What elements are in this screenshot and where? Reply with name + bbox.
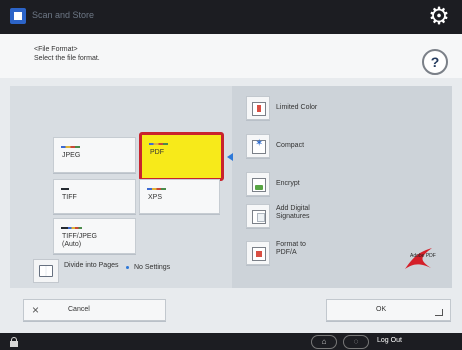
format-label: TIFF/JPEG (Auto) [62, 233, 97, 248]
format-mixed-bars-icon [61, 227, 82, 229]
format-tiff-button[interactable]: TIFF [53, 179, 136, 214]
page-subtitle: Select the file format. [34, 55, 100, 62]
add-digital-signatures-label: Add Digital Signatures [276, 205, 310, 220]
cancel-label: Cancel [68, 306, 90, 313]
help-button[interactable]: ? [422, 49, 448, 75]
format-color-bars-icon [147, 188, 166, 190]
divide-into-pages-label: Divide into Pages [64, 262, 119, 269]
add-digital-signatures-button[interactable] [246, 204, 270, 228]
format-tiff-jpeg-auto-button[interactable]: TIFF/JPEG (Auto) [53, 218, 136, 254]
enter-icon [435, 309, 443, 316]
gear-icon[interactable]: ⚙ [426, 4, 452, 30]
compact-icon [252, 138, 266, 154]
format-label: PDF [150, 149, 164, 156]
page-title: <File Format> [34, 46, 78, 53]
format-xps-button[interactable]: XPS [139, 179, 220, 214]
cancel-button[interactable]: × Cancel [23, 299, 166, 321]
adobe-pdf-logo-icon: Adobe PDF [405, 248, 436, 269]
limited-color-label: Limited Color [276, 104, 318, 111]
format-to-pdfa-label: Format to PDF/A [276, 241, 306, 256]
format-jpeg-button[interactable]: JPEG [53, 137, 136, 173]
app-title: Scan and Store [32, 10, 95, 20]
device-status-icon[interactable]: ⌂ [311, 335, 337, 349]
ok-button[interactable]: OK [326, 299, 451, 321]
format-label: JPEG [62, 152, 81, 159]
encrypt-label: Encrypt [276, 180, 300, 187]
limited-color-icon [252, 102, 266, 116]
format-label: XPS [148, 194, 163, 201]
digital-signature-icon [252, 210, 266, 224]
encrypt-icon [252, 178, 266, 192]
selection-pointer-icon [227, 153, 233, 161]
connection-status-icon[interactable]: ◌ [343, 335, 369, 349]
divide-setting-value: No Settings [134, 264, 171, 271]
svg-text:Adobe PDF: Adobe PDF [410, 253, 436, 259]
divide-pages-icon [39, 265, 53, 277]
limited-color-button[interactable] [246, 96, 270, 120]
logout-button[interactable]: Log Out [377, 337, 402, 344]
format-color-bars-icon [61, 146, 80, 148]
lock-icon [10, 337, 18, 347]
pdfa-icon [252, 247, 266, 261]
compact-label: Compact [276, 142, 305, 149]
format-mono-bar-icon [61, 188, 69, 190]
top-bar: Scan and Store ⚙ [0, 0, 462, 34]
ok-label: OK [376, 306, 387, 313]
setting-bullet-icon [126, 266, 129, 269]
page-header: <File Format> Select the file format. [0, 34, 462, 78]
close-icon: × [32, 303, 40, 317]
app-icon [10, 8, 26, 24]
divide-into-pages-button[interactable] [33, 259, 59, 283]
format-color-bars-icon [149, 143, 168, 145]
format-to-pdfa-button[interactable] [246, 241, 270, 265]
format-label: TIFF [62, 194, 77, 201]
format-pdf-button[interactable]: PDF [139, 132, 224, 181]
encrypt-button[interactable] [246, 172, 270, 196]
compact-button[interactable] [246, 134, 270, 158]
screen: Scan and Store ⚙ <File Format> Select th… [0, 0, 462, 350]
